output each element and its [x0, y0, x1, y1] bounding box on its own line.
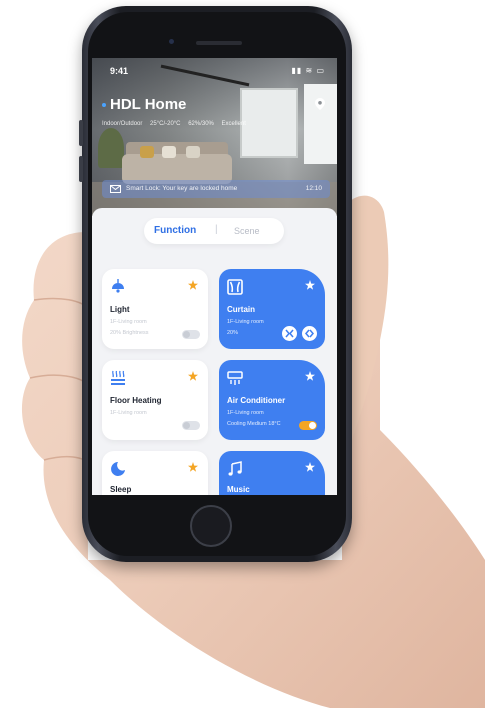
air-conditioner-toggle[interactable]: [299, 421, 317, 430]
location-pin-icon[interactable]: [315, 98, 325, 110]
pillow: [162, 146, 176, 158]
favorite-star-icon[interactable]: [188, 371, 198, 381]
device-room: 1F-Living room: [110, 319, 147, 325]
device-room: 1F-Living room: [227, 410, 264, 416]
plant: [98, 128, 124, 168]
device-state: 20%: [227, 330, 239, 336]
device-card-curtain[interactable]: Curtain 1F-Living room 20%: [219, 269, 325, 349]
notification-message: Smart Lock: Your key are locked home: [126, 185, 238, 192]
tab-separator: |: [215, 224, 218, 235]
status-icons: ▮▮ ≋ ▭: [291, 66, 325, 75]
home-title-text: HDL Home: [110, 96, 187, 113]
function-scene-tabs: Function | Scene: [144, 218, 284, 244]
curtain-close-button[interactable]: [282, 326, 297, 341]
device-card-air-conditioner[interactable]: Air Conditioner 1F-Living room Cooling M…: [219, 360, 325, 440]
device-card-light[interactable]: Light 1F-Living room 20% Brightness: [102, 269, 208, 349]
device-state: 20% Brightness: [110, 330, 149, 336]
env-air-quality: Excellent: [221, 121, 246, 127]
home-title[interactable]: HDL Home: [102, 96, 186, 113]
device-card-floor-heating[interactable]: Floor Heating 1F-Living room: [102, 360, 208, 440]
volume-button: [79, 156, 83, 182]
earpiece-speaker: [196, 41, 242, 45]
moon-icon: [111, 462, 125, 476]
home-dot-icon: [102, 103, 106, 108]
status-time: 9:41: [110, 66, 129, 76]
home-button[interactable]: [190, 505, 232, 547]
env-temperature: 25°C/-20°C: [150, 121, 181, 127]
pillow: [186, 146, 200, 158]
floor-heating-toggle[interactable]: [182, 421, 200, 430]
env-humidity: 62%/30%: [188, 121, 214, 127]
env-label: Indoor/Outdoor: [102, 121, 143, 127]
tab-scene[interactable]: Scene: [234, 226, 260, 236]
curtain-open-button[interactable]: [302, 326, 317, 341]
device-state: Cooling Medium 18°C: [227, 421, 281, 427]
phone-bezel: [88, 495, 346, 499]
ceiling-light-icon: [112, 279, 124, 293]
floor-heating-icon: [111, 370, 125, 385]
favorite-star-icon[interactable]: [305, 280, 315, 290]
favorite-star-icon[interactable]: [188, 462, 198, 472]
room-window: [304, 84, 337, 164]
notification-banner[interactable]: Smart Lock: Your key are locked home 12:…: [102, 180, 330, 198]
music-note-icon: [228, 461, 242, 476]
function-panel: Function | Scene Light 1F-Living room 20…: [92, 208, 337, 495]
volume-button: [79, 120, 83, 146]
app-screen: 9:41 ▮▮ ≋ ▭ HDL Home Indoor/Outdoor 25°C…: [92, 58, 337, 495]
favorite-star-icon[interactable]: [188, 280, 198, 290]
mail-icon: [110, 185, 121, 193]
device-name: Floor Heating: [110, 396, 162, 405]
environment-readings: Indoor/Outdoor 25°C/-20°C 62%/30% Excell…: [102, 121, 252, 127]
scene-card-sleep[interactable]: Sleep: [102, 451, 208, 495]
scene-card-music[interactable]: Music: [219, 451, 325, 495]
device-name: Music: [227, 485, 250, 494]
favorite-star-icon[interactable]: [305, 371, 315, 381]
favorite-star-icon[interactable]: [305, 462, 315, 472]
front-camera: [169, 39, 174, 44]
air-conditioner-icon: [227, 371, 243, 385]
device-name: Curtain: [227, 305, 255, 314]
curtain-open-icon: [305, 329, 314, 338]
tab-function[interactable]: Function: [154, 225, 196, 236]
light-toggle[interactable]: [182, 330, 200, 339]
pillow: [140, 146, 154, 158]
notification-time: 12:10: [305, 185, 322, 192]
ceiling-lamp: [160, 64, 250, 87]
device-room: 1F-Living room: [227, 319, 264, 325]
device-name: Air Conditioner: [227, 396, 286, 405]
device-name: Sleep: [110, 485, 132, 494]
curtain-icon: [227, 279, 243, 295]
device-name: Light: [110, 305, 130, 314]
device-room: 1F-Living room: [110, 410, 147, 416]
curtain-close-icon: [285, 329, 294, 338]
